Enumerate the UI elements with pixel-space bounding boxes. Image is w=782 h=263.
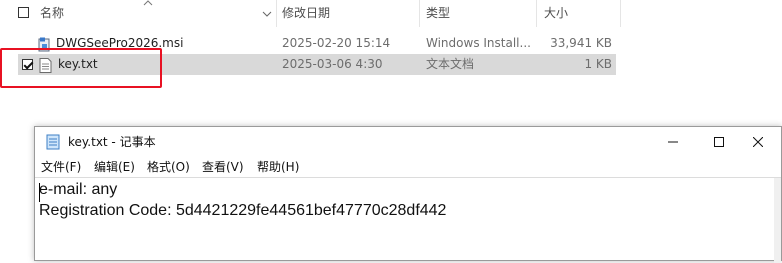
- column-modified-label: 修改日期: [282, 6, 331, 20]
- text-line-registration-code: Registration Code: 5d4421229fe44561bef47…: [39, 202, 447, 219]
- notepad-title: key.txt - 记事本: [68, 135, 156, 149]
- menu-file[interactable]: 文件(F): [41, 157, 81, 177]
- column-divider[interactable]: [536, 0, 537, 27]
- notepad-menu-bar: 文件(F) 编辑(E) 格式(O) 查看(V) 帮助(H): [35, 157, 781, 177]
- file-size: 1 KB: [584, 57, 612, 71]
- menu-format[interactable]: 格式(O): [147, 157, 190, 177]
- menu-view[interactable]: 查看(V): [202, 157, 244, 177]
- column-header-modified[interactable]: 修改日期: [282, 0, 417, 27]
- sort-up-icon: [143, 0, 153, 6]
- text-line-email: e-mail: any: [39, 181, 118, 198]
- column-size-label: 大小: [544, 6, 569, 20]
- close-icon: [753, 137, 763, 147]
- column-header-size[interactable]: 大小: [544, 0, 614, 27]
- column-divider[interactable]: [419, 0, 420, 27]
- column-name-label: 名称: [40, 6, 65, 20]
- minimize-button[interactable]: [650, 127, 696, 157]
- close-button[interactable]: [735, 127, 781, 157]
- column-header-type[interactable]: 类型: [426, 0, 531, 27]
- notepad-text-area[interactable]: e-mail: any Registration Code: 5d4421229…: [35, 177, 781, 263]
- notepad-app-icon: [46, 134, 60, 150]
- column-type-label: 类型: [426, 6, 451, 20]
- chevron-down-icon[interactable]: [262, 10, 272, 18]
- file-type: Windows Install...: [426, 36, 531, 50]
- notepad-window: key.txt - 记事本 文件(F) 编辑(E) 格式(O) 查看(V) 帮助…: [34, 126, 782, 263]
- menu-edit[interactable]: 编辑(E): [94, 157, 135, 177]
- select-all-checkbox[interactable]: [18, 7, 29, 18]
- file-size: 33,941 KB: [550, 36, 612, 50]
- vertical-scrollbar[interactable]: [774, 178, 781, 263]
- file-modified: 2025-03-06 4:30: [282, 57, 383, 71]
- file-type: 文本文档: [426, 57, 475, 71]
- menu-help[interactable]: 帮助(H): [257, 157, 299, 177]
- maximize-icon: [714, 137, 724, 147]
- file-explorer: 名称 修改日期 类型 大小 DWGSeePro2026.msi 2025-02-…: [0, 0, 782, 125]
- highlight-annotation-box: [0, 48, 162, 88]
- file-modified: 2025-02-20 15:14: [282, 36, 391, 50]
- column-divider[interactable]: [276, 0, 277, 27]
- notepad-title-bar[interactable]: key.txt - 记事本: [35, 127, 781, 157]
- column-divider[interactable]: [620, 0, 621, 27]
- minimize-icon: [668, 141, 678, 143]
